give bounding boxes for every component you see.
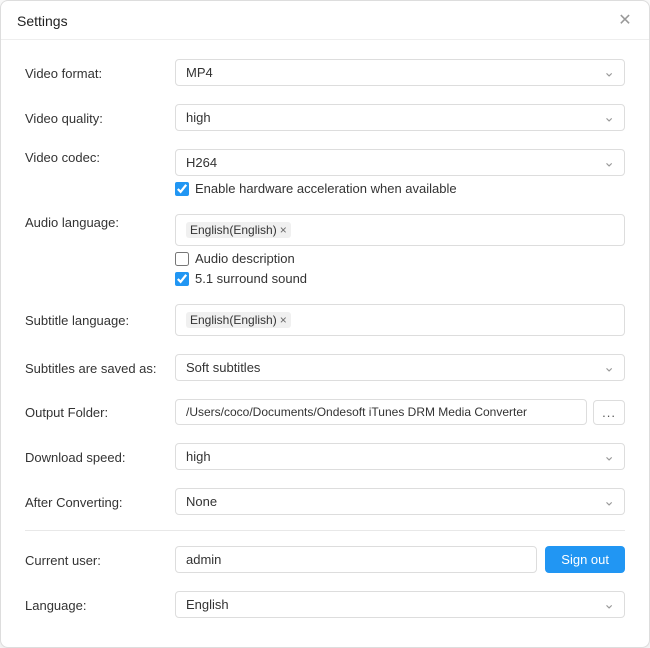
audio-description-checkbox[interactable]: [175, 252, 189, 266]
video-format-field: MP4 MOV AVI MKV: [175, 59, 625, 86]
video-format-select[interactable]: MP4 MOV AVI MKV: [175, 59, 625, 86]
video-quality-field: high medium low: [175, 104, 625, 131]
output-folder-label: Output Folder:: [25, 404, 175, 420]
language-field: English Chinese Japanese French German: [175, 591, 625, 618]
title-bar: Settings ✕: [1, 1, 649, 40]
output-folder-field: ...: [175, 399, 625, 425]
video-format-row: Video format: MP4 MOV AVI MKV: [25, 50, 625, 95]
subtitle-language-field: English(English) ×: [175, 304, 625, 336]
subtitle-language-tag-remove[interactable]: ×: [280, 313, 287, 327]
download-speed-select[interactable]: high medium low: [175, 443, 625, 470]
language-label: Language:: [25, 597, 175, 613]
subtitle-language-tag-input[interactable]: English(English) ×: [175, 304, 625, 336]
hw-accel-checkbox[interactable]: [175, 182, 189, 196]
user-field-container: Sign out: [175, 546, 625, 573]
sign-out-button[interactable]: Sign out: [545, 546, 625, 573]
download-speed-field: high medium low: [175, 443, 625, 470]
after-converting-row: After Converting: None Open folder Sleep…: [25, 479, 625, 524]
video-format-select-wrapper: MP4 MOV AVI MKV: [175, 59, 625, 86]
output-folder-input-row: ...: [175, 399, 625, 425]
audio-language-label: Audio language:: [25, 214, 175, 230]
surround-sound-checkbox[interactable]: [175, 272, 189, 286]
current-user-label: Current user:: [25, 552, 175, 568]
current-user-row: Current user: Sign out: [25, 537, 625, 582]
window-title: Settings: [17, 13, 68, 29]
settings-window: Settings ✕ Video format: MP4 MOV AVI MKV…: [0, 0, 650, 648]
output-folder-browse-button[interactable]: ...: [593, 400, 625, 425]
subtitle-language-label: Subtitle language:: [25, 312, 175, 328]
after-converting-label: After Converting:: [25, 494, 175, 510]
language-select-wrapper: English Chinese Japanese French German: [175, 591, 625, 618]
video-format-label: Video format:: [25, 65, 175, 81]
divider: [25, 530, 625, 531]
surround-sound-row: 5.1 surround sound: [175, 271, 625, 286]
after-converting-select[interactable]: None Open folder Sleep Shutdown: [175, 488, 625, 515]
video-codec-select-wrapper: H264 H265 MPEG4: [175, 149, 625, 176]
audio-language-row: Audio language: English(English) × Audio…: [25, 205, 625, 295]
video-codec-field: H264 H265 MPEG4 Enable hardware accelera…: [175, 149, 625, 196]
video-codec-row: Video codec: H264 H265 MPEG4 Enable hard…: [25, 140, 625, 205]
after-converting-field: None Open folder Sleep Shutdown: [175, 488, 625, 515]
subtitle-language-tag: English(English) ×: [186, 312, 291, 328]
audio-language-field: English(English) × Audio description 5.1…: [175, 214, 625, 286]
download-speed-label: Download speed:: [25, 449, 175, 465]
subtitles-saved-field: Soft subtitles Hard subtitles None: [175, 354, 625, 381]
audio-language-tag-input[interactable]: English(English) ×: [175, 214, 625, 246]
current-user-input[interactable]: [175, 546, 537, 573]
audio-language-tag-text: English(English): [190, 223, 277, 237]
subtitle-language-row: Subtitle language: English(English) ×: [25, 295, 625, 345]
settings-content: Video format: MP4 MOV AVI MKV Video qual…: [1, 40, 649, 647]
current-user-field: Sign out: [175, 546, 625, 573]
audio-language-tag-remove[interactable]: ×: [280, 223, 287, 237]
output-folder-input[interactable]: [175, 399, 587, 425]
subtitles-saved-row: Subtitles are saved as: Soft subtitles H…: [25, 345, 625, 390]
video-codec-label: Video codec:: [25, 149, 175, 165]
video-quality-select[interactable]: high medium low: [175, 104, 625, 131]
output-folder-row: Output Folder: ...: [25, 390, 625, 434]
audio-language-tag: English(English) ×: [186, 222, 291, 238]
after-converting-select-wrapper: None Open folder Sleep Shutdown: [175, 488, 625, 515]
video-quality-row: Video quality: high medium low: [25, 95, 625, 140]
subtitles-saved-select-wrapper: Soft subtitles Hard subtitles None: [175, 354, 625, 381]
hw-accel-row: Enable hardware acceleration when availa…: [175, 181, 625, 196]
surround-sound-label: 5.1 surround sound: [195, 271, 307, 286]
audio-description-row: Audio description: [175, 251, 625, 266]
download-speed-row: Download speed: high medium low: [25, 434, 625, 479]
subtitles-saved-select[interactable]: Soft subtitles Hard subtitles None: [175, 354, 625, 381]
subtitles-saved-label: Subtitles are saved as:: [25, 360, 175, 376]
video-codec-select[interactable]: H264 H265 MPEG4: [175, 149, 625, 176]
video-quality-select-wrapper: high medium low: [175, 104, 625, 131]
close-button[interactable]: ✕: [617, 13, 633, 29]
video-quality-label: Video quality:: [25, 110, 175, 126]
download-speed-select-wrapper: high medium low: [175, 443, 625, 470]
language-select[interactable]: English Chinese Japanese French German: [175, 591, 625, 618]
language-row: Language: English Chinese Japanese Frenc…: [25, 582, 625, 627]
hw-accel-label: Enable hardware acceleration when availa…: [195, 181, 457, 196]
subtitle-language-tag-text: English(English): [190, 313, 277, 327]
audio-description-label: Audio description: [195, 251, 295, 266]
